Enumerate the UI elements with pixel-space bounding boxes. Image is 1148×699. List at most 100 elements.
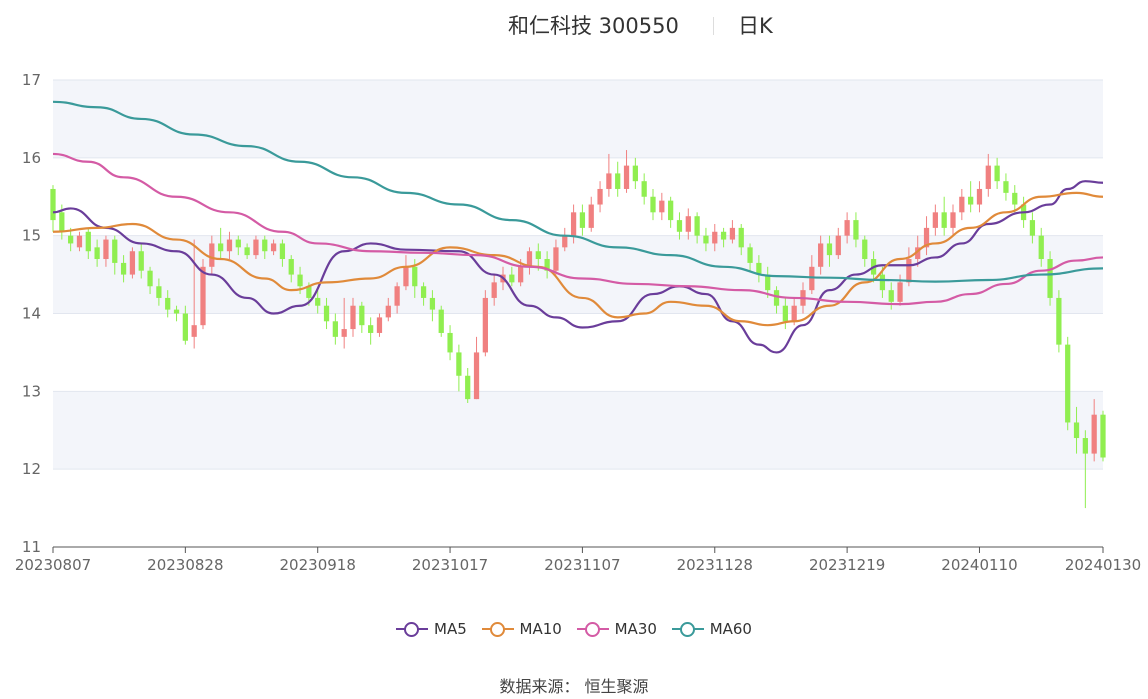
x-tick-label: 20231128	[677, 556, 753, 574]
candle-body	[791, 305, 797, 322]
legend-label-ma30: MA30	[614, 620, 657, 638]
legend-marker-ma10	[481, 622, 514, 637]
candle-body	[50, 188, 56, 221]
candle-body	[262, 239, 268, 252]
candle-body	[270, 243, 277, 252]
candle-body	[676, 220, 683, 232]
x-tick-label: 20231219	[809, 556, 885, 574]
candle-body	[1012, 192, 1018, 205]
candle-body	[129, 251, 136, 275]
legend-marker-ma60	[671, 622, 704, 637]
candle-body	[103, 239, 109, 260]
candle-body	[1100, 414, 1106, 458]
y-tick-label: 12	[22, 460, 41, 478]
candle-body	[818, 243, 824, 267]
candle-body	[844, 220, 850, 236]
candle-body	[59, 212, 65, 232]
candle-body	[244, 247, 250, 256]
candle-body	[579, 212, 586, 228]
candle-body	[482, 297, 488, 353]
candle-body	[773, 290, 780, 306]
x-tick-label: 20240130	[1065, 556, 1141, 574]
candle-body	[288, 259, 294, 275]
grid-band	[53, 80, 1103, 158]
candle-body	[553, 247, 559, 271]
candle-body	[394, 286, 400, 306]
candle-body	[68, 235, 74, 244]
legend-label-ma10: MA10	[519, 620, 562, 638]
candle-body	[518, 266, 524, 283]
candle-body	[341, 329, 347, 337]
candle-body	[1073, 422, 1080, 439]
candle-body	[438, 309, 444, 333]
candle-body	[968, 196, 974, 205]
candle-body	[182, 313, 188, 341]
candle-body	[323, 305, 330, 322]
candle-body	[403, 266, 409, 287]
candle-body	[191, 325, 197, 337]
x-tick-label: 20230807	[15, 556, 91, 574]
candle-body	[879, 274, 886, 291]
candle-body	[1029, 220, 1036, 236]
candle-body	[526, 251, 533, 267]
candle-body	[932, 212, 938, 228]
legend-marker-ma5	[396, 622, 428, 637]
candle-body	[650, 196, 656, 213]
candle-body	[165, 297, 171, 310]
legend-item-ma60[interactable]: MA60	[671, 620, 752, 638]
candle-body	[85, 231, 91, 252]
candle-body	[712, 231, 718, 244]
candle-body	[941, 212, 947, 228]
x-tick-label: 20230828	[147, 556, 223, 574]
candle-body	[235, 239, 241, 248]
candle-body	[747, 247, 753, 263]
candle-body	[76, 235, 83, 248]
candle-body	[456, 352, 462, 376]
candle-body	[1047, 259, 1053, 298]
candle-body	[253, 239, 259, 256]
y-tick-label: 15	[22, 227, 41, 245]
candle-body	[950, 212, 956, 228]
candle-body	[429, 297, 436, 310]
candle-body	[897, 282, 903, 302]
candle-body	[147, 270, 153, 287]
candle-body	[473, 352, 480, 400]
legend-item-ma30[interactable]: MA30	[576, 620, 657, 638]
candle-body	[1091, 414, 1097, 454]
candle-body	[376, 317, 383, 333]
candle-body	[279, 243, 286, 260]
candle-body	[332, 321, 338, 337]
candle-body	[209, 243, 215, 267]
candle-body	[985, 165, 991, 189]
candle-body	[315, 297, 321, 306]
candle-body	[112, 239, 118, 263]
candle-body	[509, 274, 515, 283]
candle-body	[782, 305, 788, 322]
legend-item-ma5[interactable]: MA5	[396, 620, 467, 638]
candle-body	[729, 227, 736, 240]
candle-body	[491, 282, 497, 298]
candle-body	[570, 212, 577, 236]
candle-body	[906, 259, 912, 283]
candle-body	[685, 216, 691, 232]
candle-body	[641, 181, 647, 197]
chart-legend: MA5 MA10 MA30 MA60	[0, 620, 1148, 644]
legend-label-ma60: MA60	[709, 620, 752, 638]
candle-body	[597, 188, 603, 205]
candle-body	[562, 235, 568, 248]
legend-marker-ma30	[576, 622, 609, 637]
candle-body	[359, 305, 365, 326]
candle-body	[120, 262, 127, 275]
candle-body	[853, 220, 859, 240]
legend-item-ma10[interactable]: MA10	[481, 620, 562, 638]
y-tick-label: 16	[22, 149, 41, 167]
y-tick-label: 11	[22, 538, 41, 556]
candle-body	[632, 165, 638, 182]
candle-body	[694, 216, 700, 236]
candle-body	[447, 332, 453, 353]
candle-body	[703, 235, 709, 244]
y-tick-label: 14	[22, 305, 41, 323]
x-tick-label: 20231017	[412, 556, 488, 574]
candle-body	[720, 231, 727, 240]
candle-body	[994, 165, 1000, 182]
